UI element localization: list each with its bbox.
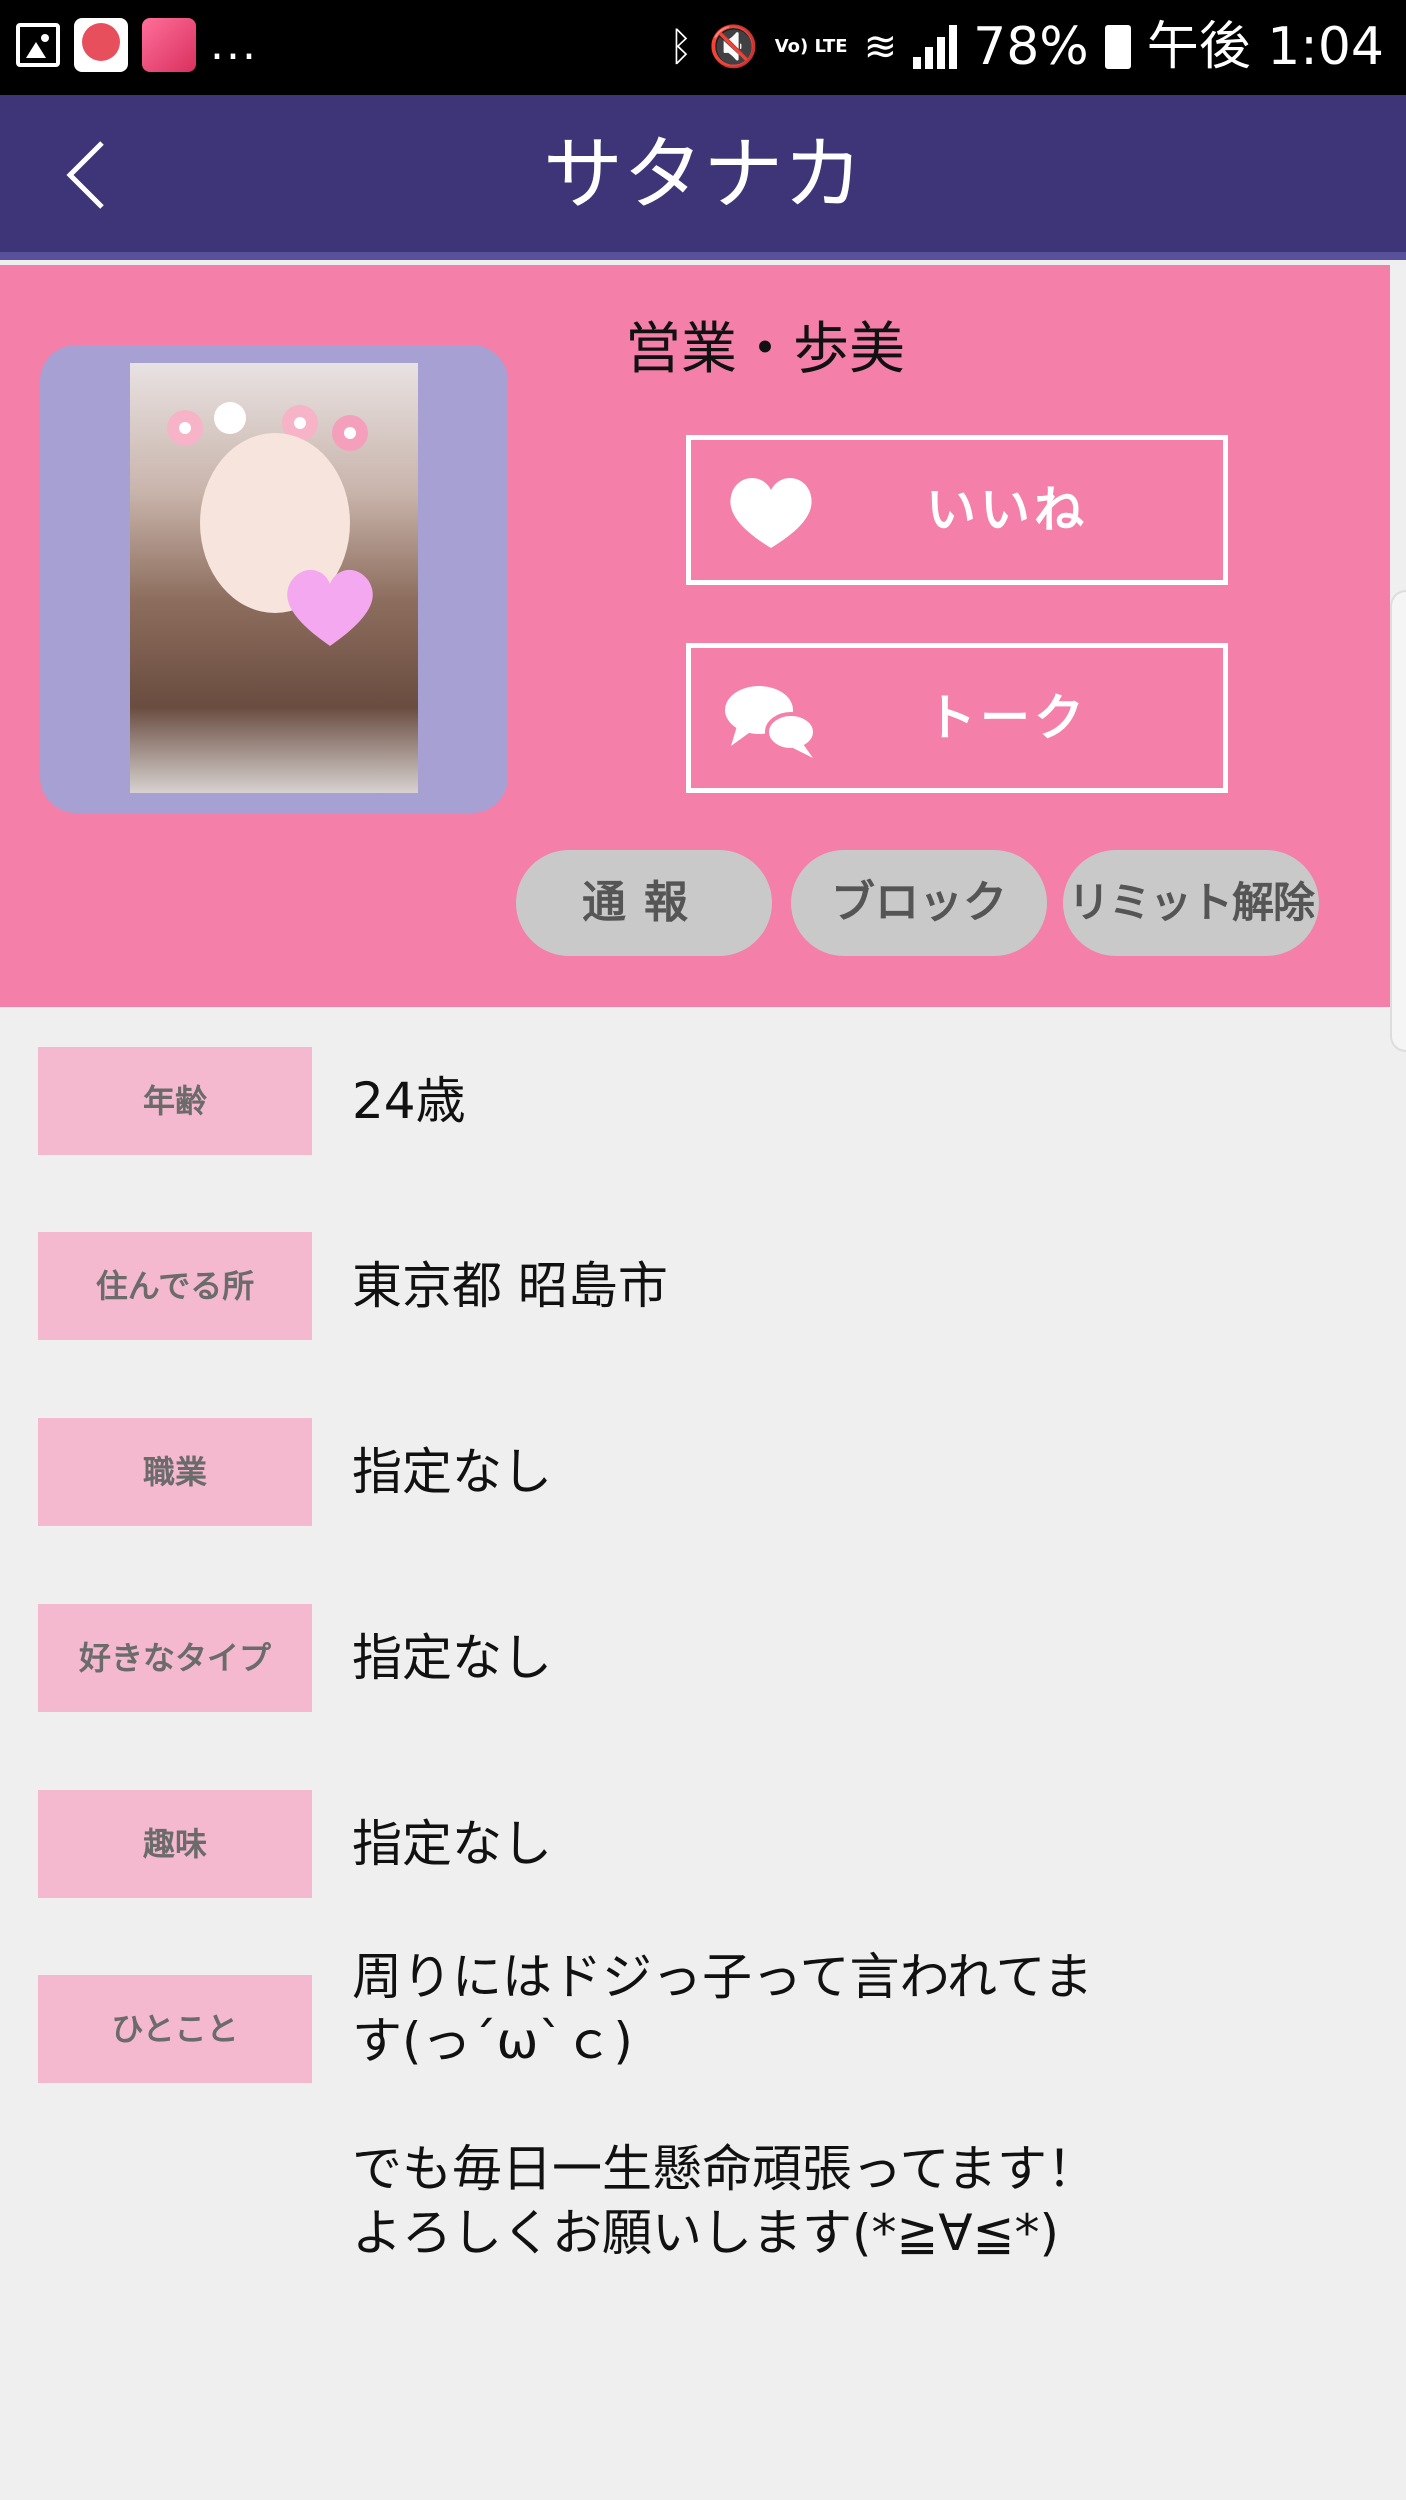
report-button[interactable]: 通報 (516, 850, 772, 956)
app-notification-icon (74, 18, 128, 72)
age-value: 24歳 (352, 1072, 466, 1130)
message-line: す(っ´ω`ｃ) (352, 2012, 633, 2070)
talk-label: トーク (926, 689, 1088, 747)
battery-icon (1104, 25, 1131, 69)
profile-photo[interactable] (130, 363, 418, 793)
occupation-label: 職業 (38, 1418, 312, 1526)
favorite-type-label: 好きなタイプ (38, 1604, 312, 1712)
notification-icons: ... (16, 18, 258, 72)
mute-icon: 🔇 (708, 24, 759, 70)
occupation-value: 指定なし (352, 1443, 552, 1501)
battery-percent: 78% (973, 17, 1089, 77)
age-label: 年齢 (38, 1047, 312, 1155)
profile-header: 営業・歩美 いいね トーク 通報 ブロック リミット解除 (0, 265, 1390, 1007)
scroll-handle[interactable] (1390, 590, 1406, 1052)
hobby-value: 指定なし (352, 1815, 552, 1873)
more-notifications: ... (210, 19, 258, 70)
message-line: でも毎日一生懸命頑張ってます！ (352, 2140, 1097, 2198)
message-text: 周りにはドジっ子って言われてま す(っ´ω`ｃ) でも毎日一生懸命頑張ってます！… (352, 1945, 1252, 2265)
system-icons: ᛒ 🔇 Vo) LTE ≋ 78% 午後 1:04 (669, 12, 1384, 82)
app-notification-icon (142, 18, 196, 72)
hobby-label: 趣味 (38, 1790, 312, 1898)
residence-label: 住んでる所 (38, 1232, 312, 1340)
message-line: 周りにはドジっ子って言われてま (352, 1948, 1093, 2006)
lte-icon: Vo) LTE (774, 36, 848, 57)
status-bar: ... ᛒ 🔇 Vo) LTE ≋ 78% 午後 1:04 (0, 0, 1406, 95)
nav-bar: サタナカ (0, 95, 1406, 260)
clock: 午後 1:04 (1146, 17, 1384, 77)
gallery-icon (16, 23, 60, 67)
block-button[interactable]: ブロック (791, 850, 1047, 956)
profile-name: 営業・歩美 (625, 317, 905, 382)
heart-sticker-icon (287, 569, 373, 646)
like-label: いいね (926, 481, 1088, 539)
page-title: サタナカ (543, 128, 863, 221)
like-button[interactable]: いいね (686, 435, 1228, 585)
residence-value: 東京都 昭島市 (352, 1257, 668, 1315)
signal-icon (913, 25, 958, 69)
message-line: よろしくお願いします(*≧∀≦*) (352, 2204, 1060, 2262)
talk-button[interactable]: トーク (686, 643, 1228, 793)
favorite-type-value: 指定なし (352, 1629, 552, 1687)
limit-release-button[interactable]: リミット解除 (1063, 850, 1319, 956)
bluetooth-icon: ᛒ (668, 24, 693, 70)
message-label: ひとこと (38, 1975, 312, 2083)
wifi-icon: ≋ (863, 24, 898, 70)
